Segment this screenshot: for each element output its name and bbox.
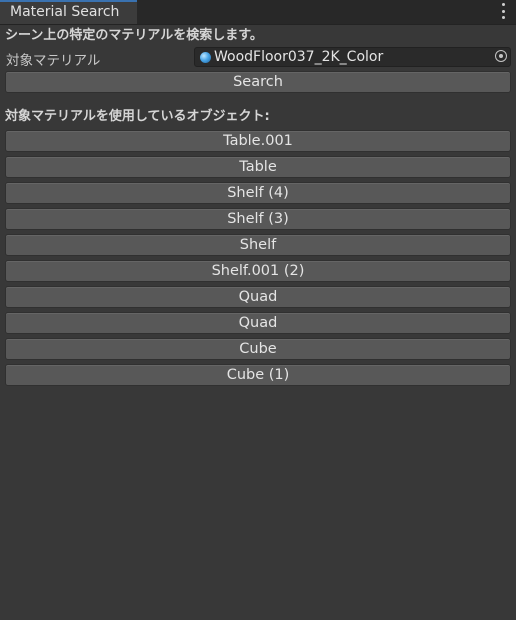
results-title: 対象マテリアルを使用しているオブジェクト: [5, 109, 270, 124]
object-picker-icon[interactable] [495, 50, 507, 62]
target-material-field[interactable]: WoodFloor037_2K_Color [194, 47, 511, 67]
result-item-button[interactable]: Cube (1) [5, 364, 511, 386]
result-item-button[interactable]: Table.001 [5, 130, 511, 152]
result-item-button[interactable]: Quad [5, 286, 511, 308]
result-item-button[interactable]: Table [5, 156, 511, 178]
result-item-button[interactable]: Shelf (4) [5, 182, 511, 204]
target-material-label: 対象マテリアル [6, 53, 101, 69]
result-item-button[interactable]: Quad [5, 312, 511, 334]
target-material-row: 対象マテリアル WoodFloor037_2K_Color [5, 47, 511, 69]
description-text: シーン上の特定のマテリアルを検索します。 [5, 28, 263, 43]
result-item-button[interactable]: Shelf [5, 234, 511, 256]
tab-bar: Material Search [0, 0, 516, 25]
result-list: Table.001 Table Shelf (4) Shelf (3) Shel… [5, 130, 511, 386]
result-item-button[interactable]: Shelf (3) [5, 208, 511, 230]
target-material-value: WoodFloor037_2K_Color [214, 49, 384, 65]
result-item-button[interactable]: Shelf.001 (2) [5, 260, 511, 282]
tab-material-search[interactable]: Material Search [0, 0, 137, 24]
tab-title: Material Search [10, 4, 120, 20]
material-sphere-icon [200, 52, 211, 63]
result-item-button[interactable]: Cube [5, 338, 511, 360]
kebab-menu-icon[interactable] [500, 3, 506, 19]
search-button[interactable]: Search [5, 71, 511, 93]
window-content: シーン上の特定のマテリアルを検索します。 対象マテリアル WoodFloor03… [0, 27, 516, 386]
